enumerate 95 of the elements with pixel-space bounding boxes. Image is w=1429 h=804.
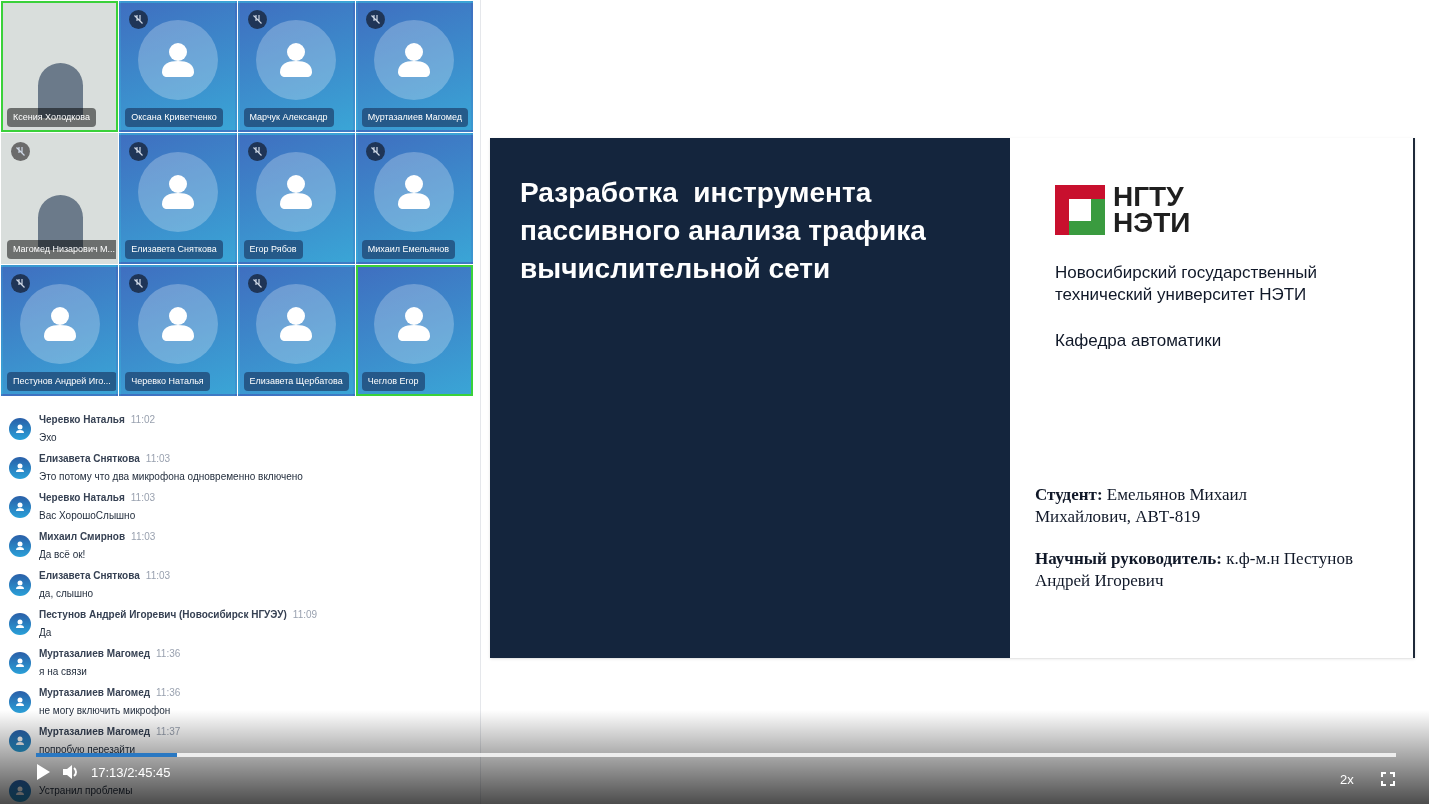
user-avatar-icon [9, 612, 31, 635]
progress-track[interactable] [36, 753, 1396, 757]
user-avatar-icon [9, 456, 31, 479]
message-author: Елизавета Сняткова [39, 569, 140, 583]
message-time: 11:03 [145, 452, 171, 466]
muted-microphone-icon [129, 10, 149, 29]
user-avatar-icon [9, 417, 31, 440]
slide-title: Разработка инструмента пассивного анализа трафика вычислительной сети [520, 176, 927, 286]
muted-microphone-icon [365, 10, 385, 29]
participant-tile[interactable]: Магомед Низарович М... [1, 133, 119, 264]
participant-tile[interactable]: Оксана Криветченко [119, 1, 237, 132]
message-author: Черевко Наталья [39, 491, 125, 505]
muted-microphone-icon [247, 10, 267, 29]
message-author: Муртазалиев Магомед [39, 686, 151, 700]
participant-name: Оксана Криветченко [125, 107, 223, 127]
logo-text: НЭТИ [1113, 210, 1191, 236]
message-text: Устранил проблемы [39, 784, 133, 798]
muted-microphone-icon [11, 142, 30, 161]
participant-tile[interactable]: Егор Рябов [237, 133, 355, 264]
participant-tile[interactable]: Черевко Наталья [119, 265, 237, 396]
person-icon [41, 305, 78, 342]
user-avatar-icon [9, 534, 31, 557]
participant-name: Елизавета Сняткова [125, 239, 223, 259]
message-text: Это потому что два микрофона одновременно включено [39, 470, 303, 484]
person-icon [159, 305, 196, 342]
participant-tile[interactable]: Марчук Александр [237, 1, 355, 132]
message-text: Да всё ок! [39, 548, 87, 562]
user-avatar-icon [9, 573, 31, 596]
logo-text: НГТУ [1113, 184, 1185, 210]
message-text: я на связи [39, 665, 88, 679]
person-icon [396, 173, 433, 210]
message-time: 11:09 [292, 608, 318, 622]
play-icon [36, 764, 50, 780]
participant-name: Михаил Емельянов [361, 239, 455, 259]
participant-tile[interactable]: Чеглов Егор [355, 265, 473, 396]
message-time: 11:03 [130, 491, 156, 505]
participant-tile[interactable]: Елизавета Щербатова [237, 265, 355, 396]
supervisor-info: Научный руководитель: к.ф-м.н Пестунов Андрей Игоревич [1035, 547, 1354, 592]
muted-microphone-icon [11, 274, 30, 293]
message-author: Муртазалиев Магомед [39, 725, 151, 739]
participant-name: Магомед Низарович М... [7, 239, 117, 259]
message-time: 11:36 [156, 647, 181, 661]
muted-microphone-icon [247, 274, 267, 293]
participant-name: Егор Рябов [243, 239, 303, 259]
person-icon [159, 41, 196, 78]
user-avatar-icon [9, 779, 31, 802]
participant-name: Пестунов Андрей Иго... [7, 371, 117, 391]
message-author: Елизавета Сняткова [39, 452, 140, 466]
participant-name: Чеглов Егор [361, 371, 425, 391]
fullscreen-icon[interactable] [1381, 772, 1395, 786]
message-text: Эхо [39, 431, 58, 445]
participant-name: Елизавета Щербатова [243, 371, 349, 391]
message-author: Черевко Наталья [39, 413, 125, 427]
message-author: Муртазалиев Магомед [39, 647, 151, 661]
participant-name: Марчук Александр [243, 107, 334, 127]
participant-name: Черевко Наталья [125, 371, 210, 391]
message-time: 11:37 [156, 725, 181, 739]
message-text: попробую перезайти [39, 743, 137, 757]
message-author: Пестунов Андрей Игоревич (Новосибирск НГУЭУ) [39, 608, 287, 622]
person-icon [159, 173, 196, 210]
muted-microphone-icon [365, 142, 385, 161]
user-avatar-icon [9, 495, 31, 518]
university-logo-icon [1055, 185, 1105, 235]
student-info: Студент: Емельянов Михаил Михайлович, АВТ-819 [1035, 483, 1249, 528]
message-time: 11:03 [131, 530, 156, 544]
message-text: Да [39, 626, 53, 640]
person-icon [396, 41, 433, 78]
participant-name: Муртазалиев Магомед [361, 107, 469, 127]
muted-microphone-icon [129, 142, 149, 161]
message-text: не могу включить микрофон [39, 704, 172, 718]
message-text: да, слышно [39, 587, 95, 601]
person-icon [396, 305, 433, 342]
university-name: Новосибирский государственный технический университет НЭТИ [1055, 262, 1318, 306]
person-icon [278, 173, 315, 210]
participant-tile[interactable]: Пестунов Андрей Иго... [1, 265, 119, 396]
message-author: Михаил Смирнов [39, 530, 126, 544]
playback-time: 17:13/2:45:45 [91, 764, 171, 780]
user-avatar-icon [9, 651, 31, 674]
message-time: 11:36 [156, 686, 181, 700]
participant-tile[interactable]: Михаил Емельянов [355, 133, 473, 264]
department-name: Кафедра автоматики [1055, 330, 1223, 352]
participant-tile[interactable]: Елизавета Сняткова [119, 133, 237, 264]
muted-microphone-icon [129, 274, 149, 293]
participant-tile[interactable]: Муртазалиев Магомед [355, 1, 473, 132]
message-time: 11:03 [145, 569, 171, 583]
message-text: Вас ХорошоСлышно [39, 509, 137, 523]
person-icon [278, 305, 315, 342]
participant-tile[interactable]: Ксения Холодкова [1, 1, 119, 132]
participant-name: Ксения Холодкова [7, 107, 96, 127]
playback-speed-button[interactable]: 2x [1336, 770, 1358, 790]
muted-microphone-icon [247, 142, 267, 161]
person-icon [278, 41, 315, 78]
user-avatar-icon [9, 729, 31, 752]
user-avatar-icon [9, 690, 31, 713]
message-time: 11:02 [130, 413, 156, 427]
